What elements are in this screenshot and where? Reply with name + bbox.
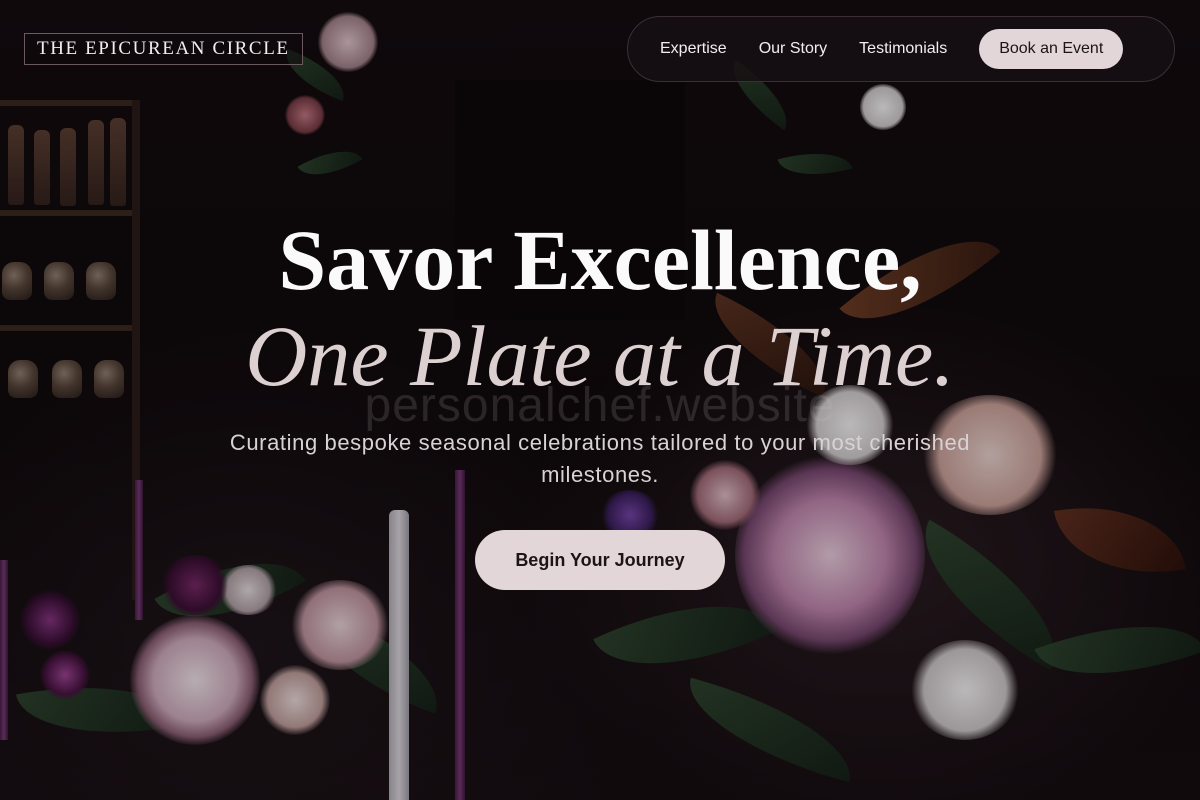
watermark-text: personalchef.website (364, 379, 836, 432)
nav-link-testimonials[interactable]: Testimonials (859, 40, 947, 58)
brand-logo[interactable]: THE EPICUREAN CIRCLE (24, 33, 303, 65)
book-event-button[interactable]: Book an Event (979, 29, 1124, 69)
nav-link-our-story[interactable]: Our Story (759, 40, 827, 58)
begin-journey-button[interactable]: Begin Your Journey (475, 530, 725, 590)
main-navigation: Expertise Our Story Testimonials Book an… (627, 16, 1175, 82)
nav-link-expertise[interactable]: Expertise (660, 40, 727, 58)
hero-subtitle: Curating bespoke seasonal celebrations t… (229, 430, 971, 487)
hero-headline-line1: Savor Excellence, (278, 212, 922, 308)
